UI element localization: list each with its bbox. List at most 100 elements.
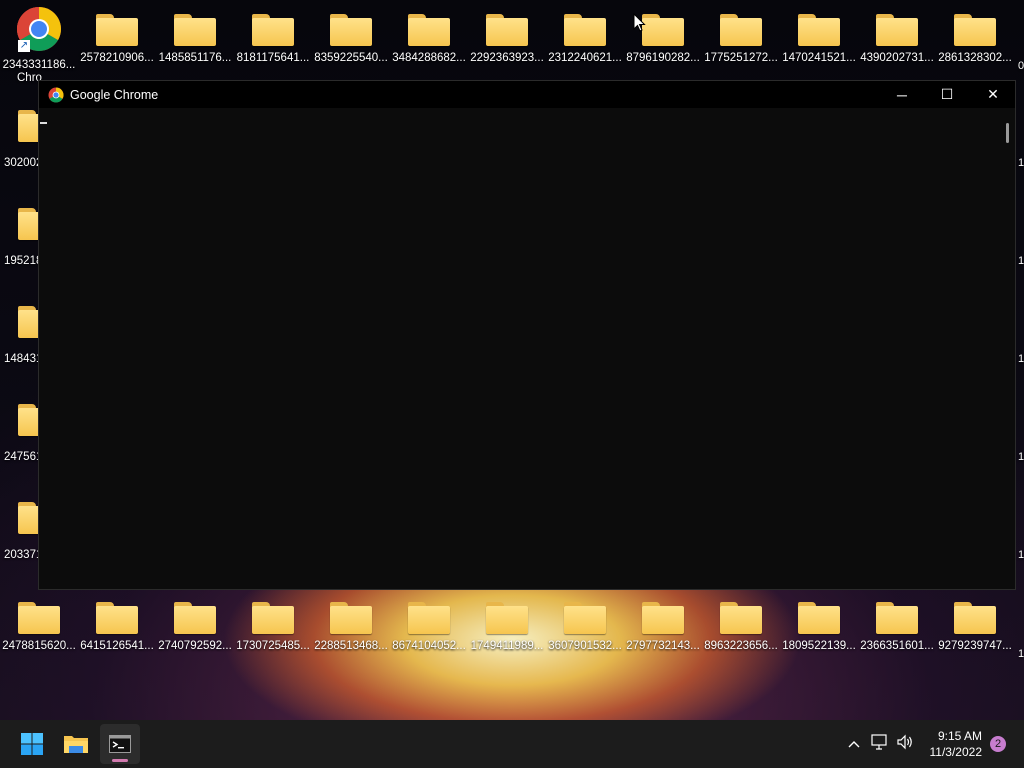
folder-label: 1775251272...: [704, 52, 778, 64]
desktop-folder[interactable]: 1775251272...: [702, 14, 780, 65]
minimize-button[interactable]: ─: [879, 81, 925, 108]
desktop-folder[interactable]: 1485851176...: [156, 14, 234, 65]
desktop-folder[interactable]: 2366351601...: [858, 602, 936, 653]
desktop-folder[interactable]: 3607901532...: [546, 602, 624, 653]
desktop-folder[interactable]: 2312240621...: [546, 14, 624, 65]
folder-label: 2366351601...: [860, 640, 934, 652]
folder-icon: [252, 602, 294, 634]
mouse-pointer-icon: [633, 13, 646, 32]
file-explorer-icon: [64, 736, 88, 753]
desktop-folder[interactable]: 1749411989...: [468, 602, 546, 653]
folder-icon: [96, 14, 138, 46]
folder-label-partial: 1: [1018, 451, 1024, 463]
desktop-folder[interactable]: 4390202731...: [858, 14, 936, 65]
folder-label-partial: 302002: [4, 157, 43, 169]
taskbar-clock[interactable]: 9:15 AM 11/3/2022: [930, 728, 983, 760]
folder-label: 2797732143...: [626, 640, 700, 652]
show-hidden-icons-chevron-icon[interactable]: [842, 736, 866, 752]
chrome-shortcut-label: 2343331186...: [2, 59, 76, 71]
maximize-button[interactable]: ☐: [924, 81, 970, 108]
text-cursor: [40, 122, 47, 124]
folder-label: 3607901532...: [548, 640, 622, 652]
folder-icon: [408, 602, 450, 634]
folder-label: 1809522139...: [782, 640, 856, 652]
folder-icon: [330, 602, 372, 634]
folder-label-partial: 148431: [4, 353, 43, 365]
folder-label: 2578210906...: [80, 52, 154, 64]
folder-label: 4390202731...: [860, 52, 934, 64]
folder-icon: [564, 14, 606, 46]
notification-badge[interactable]: 2: [990, 736, 1006, 752]
folder-icon: [18, 602, 60, 634]
folder-label: 1470241521...: [782, 52, 856, 64]
folder-icon: [330, 14, 372, 46]
desktop-folder[interactable]: 6415126541...: [78, 602, 156, 653]
windows-start-icon: [21, 733, 43, 755]
folder-icon: [642, 602, 684, 634]
folder-icon: [954, 14, 996, 46]
desktop-folder[interactable]: 3484288682...: [390, 14, 468, 65]
folder-label-partial: 1: [1018, 255, 1024, 267]
folder-icon: [174, 602, 216, 634]
terminal-taskbar-button[interactable]: [100, 724, 140, 764]
desktop-folder[interactable]: 8674104052...: [390, 602, 468, 653]
folder-label: 1749411989...: [470, 640, 544, 652]
desktop-folder[interactable]: 2740792592...: [156, 602, 234, 653]
folder-label-partial: 203371: [4, 549, 43, 561]
folder-label-partial: 1: [1018, 353, 1024, 365]
desktop-folder[interactable]: 1470241521...: [780, 14, 858, 65]
folder-label: 6415126541...: [80, 640, 154, 652]
desktop-folder[interactable]: 2797732143...: [624, 602, 702, 653]
folder-label: 8359225540...: [314, 52, 388, 64]
window-titlebar[interactable]: Google Chrome ─ ☐ ✕: [39, 81, 1015, 108]
network-icon[interactable]: [866, 733, 892, 755]
folder-label: 8181175641...: [236, 52, 310, 64]
folder-label: 1485851176...: [158, 52, 232, 64]
desktop-folder[interactable]: 1809522139...: [780, 602, 858, 653]
scroll-thumb[interactable]: [1006, 123, 1009, 143]
shortcut-arrow-icon: ↗: [18, 40, 30, 52]
folder-icon: [720, 14, 762, 46]
folder-icon: [564, 602, 606, 634]
folder-icon: [252, 14, 294, 46]
desktop-chrome-shortcut[interactable]: ↗ 2343331186... Chro: [0, 6, 78, 85]
volume-icon[interactable]: [892, 734, 918, 755]
desktop-folder[interactable]: 9279239747...: [936, 602, 1014, 653]
top-row-edge-label: 0: [1018, 60, 1024, 72]
system-tray: [842, 720, 918, 768]
folder-label: 2740792592...: [158, 640, 232, 652]
desktop-folder[interactable]: 8359225540...: [312, 14, 390, 65]
start-button[interactable]: [12, 724, 52, 764]
vertical-scrollbar[interactable]: [999, 108, 1015, 589]
console-area[interactable]: [39, 108, 1015, 589]
folder-icon: [642, 14, 684, 46]
desktop-folder[interactable]: 8181175641...: [234, 14, 312, 65]
file-explorer-button[interactable]: [56, 724, 96, 764]
desktop-folder[interactable]: 2288513468...: [312, 602, 390, 653]
clock-time: 9:15 AM: [937, 729, 982, 743]
folder-icon: [876, 602, 918, 634]
desktop-folder[interactable]: 2578210906...: [78, 14, 156, 65]
app-window[interactable]: Google Chrome ─ ☐ ✕: [38, 80, 1016, 590]
close-button[interactable]: ✕: [970, 81, 1016, 108]
folder-label: 2288513468...: [314, 640, 388, 652]
desktop-folder[interactable]: 1730725485...: [234, 602, 312, 653]
folder-label-partial: 1: [1018, 157, 1024, 169]
folder-label-partial: 195218: [4, 255, 43, 267]
folder-label: 3484288682...: [392, 52, 466, 64]
minimize-icon: ─: [897, 86, 907, 103]
taskbar: 9:15 AM 11/3/2022 2: [0, 720, 1024, 768]
folder-label: 2861328302...: [938, 52, 1012, 64]
desktop-folder[interactable]: 8963223656...: [702, 602, 780, 653]
folder-label: 2478815620...: [2, 640, 76, 652]
window-title: Google Chrome: [70, 87, 159, 102]
folder-icon: [486, 602, 528, 634]
folder-icon: [174, 14, 216, 46]
chrome-title-icon: [48, 87, 64, 103]
desktop-folder[interactable]: 2861328302...: [936, 14, 1014, 65]
folder-label: 2312240621...: [548, 52, 622, 64]
maximize-icon: ☐: [940, 86, 954, 102]
desktop-folder[interactable]: 2292363923...: [468, 14, 546, 65]
desktop-folder[interactable]: 2478815620...: [0, 602, 78, 653]
clock-date: 11/3/2022: [929, 745, 983, 759]
